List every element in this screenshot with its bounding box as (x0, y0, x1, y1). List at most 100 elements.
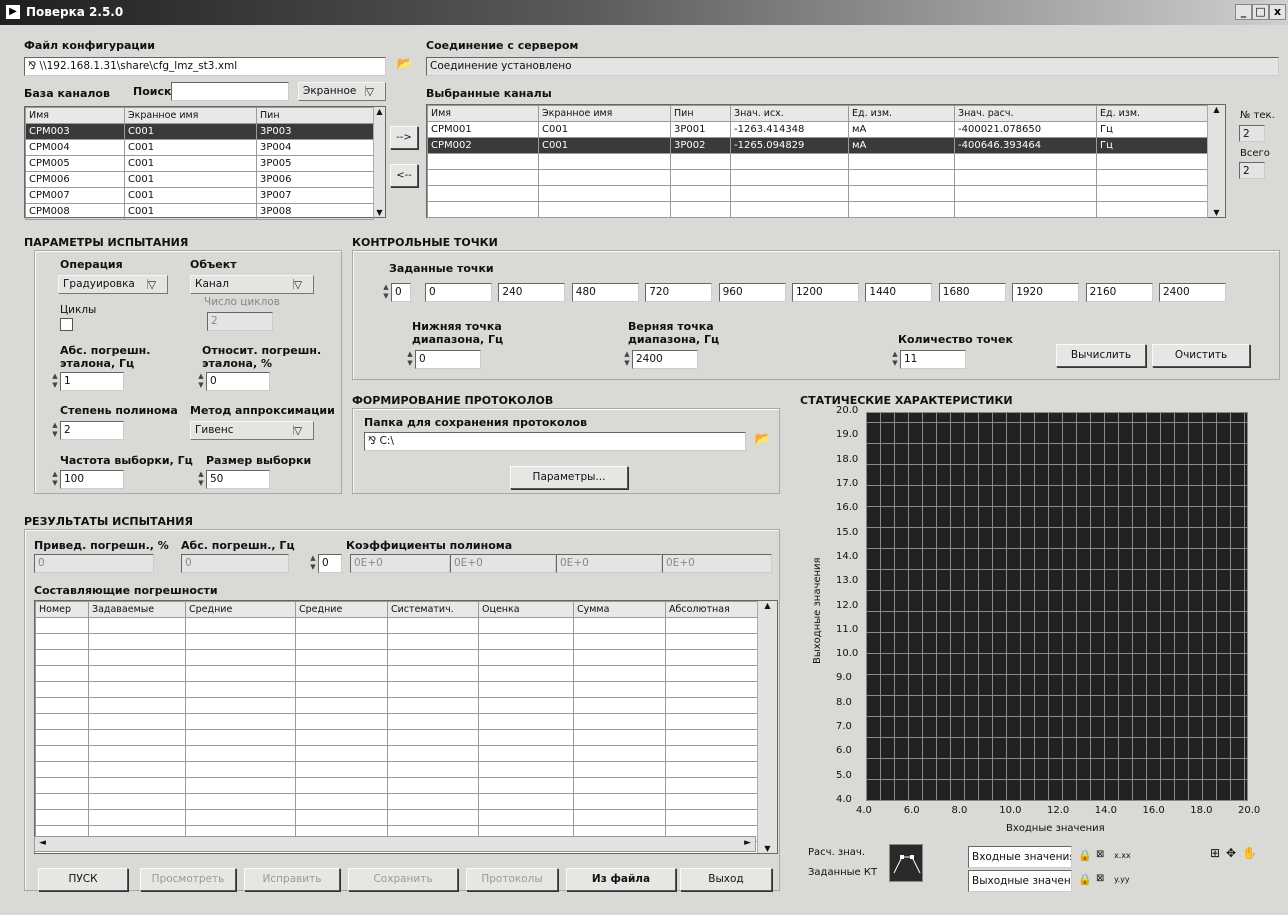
search-mode-dropdown[interactable]: Экранное ▽ (298, 82, 386, 101)
col-absolute[interactable]: Абсолютная (665, 601, 758, 618)
col-name[interactable]: Имя (427, 105, 539, 122)
spinner-icon[interactable]: ▲ ▼ (50, 372, 60, 391)
spinner-icon[interactable]: ▲ ▼ (50, 421, 60, 440)
spinner-icon[interactable]: ▲ ▼ (308, 554, 318, 573)
col-systematic[interactable]: Систематич. (387, 601, 479, 618)
table-row[interactable] (35, 697, 758, 714)
table-row[interactable] (35, 793, 758, 810)
x-scale-icon[interactable]: ⊠ (1096, 849, 1104, 860)
col-number[interactable]: Номер (35, 601, 89, 618)
folder-browse-icon[interactable]: 📂 (393, 57, 417, 76)
from-file-button[interactable]: Из файла (566, 868, 676, 891)
y-axis-legend-field[interactable]: Выходные значения (968, 870, 1072, 892)
table-row[interactable] (427, 153, 1208, 170)
cycles-checkbox[interactable] (60, 318, 73, 331)
table-row[interactable]: CPM001 C001 3P001 -1263.414348 мА -400021.078… (427, 121, 1208, 138)
table-row[interactable] (35, 617, 758, 634)
table-row[interactable] (427, 169, 1208, 186)
protocol-params-button[interactable]: Параметры... (510, 466, 628, 489)
rel-error-input[interactable]: 0 (206, 372, 270, 391)
table-row[interactable]: CPM005 C001 3P005 (25, 155, 374, 172)
set-point-input[interactable]: 1440 (865, 283, 933, 302)
set-point-input[interactable]: 480 (571, 283, 639, 302)
chart-plot-area[interactable] (866, 412, 1248, 801)
point-index-input[interactable]: 0 (391, 283, 411, 302)
legend-plot-icon[interactable] (889, 844, 923, 882)
exit-button[interactable]: Выход (680, 868, 772, 891)
spinner-icon[interactable]: ▲ ▼ (381, 283, 391, 302)
sample-size-input[interactable]: 50 (206, 470, 270, 489)
table-row[interactable] (35, 809, 758, 826)
y-scale-icon[interactable]: ⊠ (1096, 873, 1104, 884)
table-row[interactable] (35, 729, 758, 746)
coef-index-input[interactable]: 0 (318, 554, 342, 573)
set-point-input[interactable]: 240 (498, 283, 566, 302)
fix-button[interactable]: Исправить (244, 868, 340, 891)
set-point-input[interactable]: 2160 (1085, 283, 1153, 302)
maximize-button[interactable]: □ (1252, 4, 1269, 20)
col-mean[interactable]: Средние (185, 601, 296, 618)
remove-channel-button[interactable]: <-- (390, 164, 418, 187)
scroll-up-icon[interactable]: ▲ (758, 601, 777, 610)
table-row[interactable]: CPM008 C001 3P008 (25, 203, 374, 220)
spinner-icon[interactable]: ▲ ▼ (622, 350, 632, 369)
spinner-icon[interactable]: ▲ ▼ (405, 350, 415, 369)
hand-icon[interactable]: ✋ (1242, 846, 1257, 860)
abs-error-input[interactable]: 1 (60, 372, 124, 391)
col-screen-name[interactable]: Экранное имя (538, 105, 671, 122)
table-row[interactable] (35, 761, 758, 778)
selected-scrollbar[interactable]: ▲ ▼ (1207, 105, 1225, 217)
close-button[interactable]: x (1269, 4, 1286, 20)
x-axis-legend-field[interactable]: Входные значения (968, 846, 1072, 868)
base-channels-table[interactable]: Имя Экранное имя Пин CPM003 C001 3P003 CPM00… (24, 106, 386, 220)
scroll-left-icon[interactable]: ◄ (39, 838, 46, 848)
calculate-button[interactable]: Вычислить (1056, 344, 1146, 367)
base-scrollbar[interactable]: ▲ ▼ (373, 107, 385, 217)
selected-channels-table[interactable]: Имя Экранное имя Пин Знач. исх. Ед. изм. Знач… (426, 104, 1226, 218)
minimize-button[interactable]: _ (1235, 4, 1252, 20)
col-mean-2[interactable]: Средние (295, 601, 388, 618)
set-point-input[interactable]: 1200 (792, 283, 859, 302)
set-point-input[interactable]: 0 (425, 283, 492, 302)
table-row[interactable]: CPM002 C001 3P002 -1265.094829 мА -400646.393… (427, 137, 1208, 154)
scroll-up-icon[interactable]: ▲ (1208, 105, 1225, 114)
scroll-right-icon[interactable]: ► (744, 838, 751, 848)
error-components-table[interactable]: Номер Задаваемые Средние Средние Систематич.… (34, 600, 778, 854)
view-button[interactable]: Просмотреть (140, 868, 236, 891)
col-src-value[interactable]: Знач. исх. (730, 105, 849, 122)
table-row[interactable]: CPM006 C001 3P006 (25, 171, 374, 188)
spinner-icon[interactable]: ▲ ▼ (196, 470, 206, 489)
protocols-button[interactable]: Протоколы (466, 868, 558, 891)
col-pin[interactable]: Пин (256, 107, 374, 124)
table-row[interactable] (35, 649, 758, 666)
table-row[interactable] (35, 665, 758, 682)
col-calc-value[interactable]: Знач. расч. (954, 105, 1097, 122)
config-path-field[interactable]: ⅋ \\192.168.1.31\share\cfg_lmz_st3.xml (24, 57, 386, 76)
clear-button[interactable]: Очистить (1152, 344, 1250, 367)
lock-icon[interactable]: 🔒 (1078, 873, 1092, 886)
col-estimate[interactable]: Оценка (478, 601, 574, 618)
table-row[interactable] (35, 713, 758, 730)
table-row[interactable] (35, 777, 758, 794)
col-calc-unit[interactable]: Ед. изм. (1096, 105, 1208, 122)
components-h-scrollbar[interactable]: ◄ ► (34, 836, 756, 852)
table-row[interactable]: CPM007 C001 3P007 (25, 187, 374, 204)
col-name[interactable]: Имя (25, 107, 125, 124)
spinner-icon[interactable]: ▲ ▼ (50, 470, 60, 489)
save-button[interactable]: Сохранить (348, 868, 458, 891)
point-count-input[interactable]: 11 (900, 350, 966, 369)
zoom-icon[interactable]: ⊞ (1210, 846, 1220, 860)
set-point-input[interactable]: 960 (718, 283, 786, 302)
col-sum[interactable]: Сумма (573, 601, 666, 618)
table-row[interactable] (35, 681, 758, 698)
col-screen-name[interactable]: Экранное имя (124, 107, 257, 124)
set-point-input[interactable]: 2400 (1159, 283, 1226, 302)
x-format-icon[interactable]: x.xx (1114, 851, 1131, 860)
low-point-input[interactable]: 0 (415, 350, 481, 369)
add-channel-button[interactable]: --> (390, 126, 418, 149)
table-row[interactable] (35, 633, 758, 650)
col-set[interactable]: Задаваемые (88, 601, 186, 618)
object-dropdown[interactable]: Канал ▽ (190, 275, 314, 294)
set-point-input[interactable]: 1680 (938, 283, 1006, 302)
table-row[interactable] (427, 185, 1208, 202)
